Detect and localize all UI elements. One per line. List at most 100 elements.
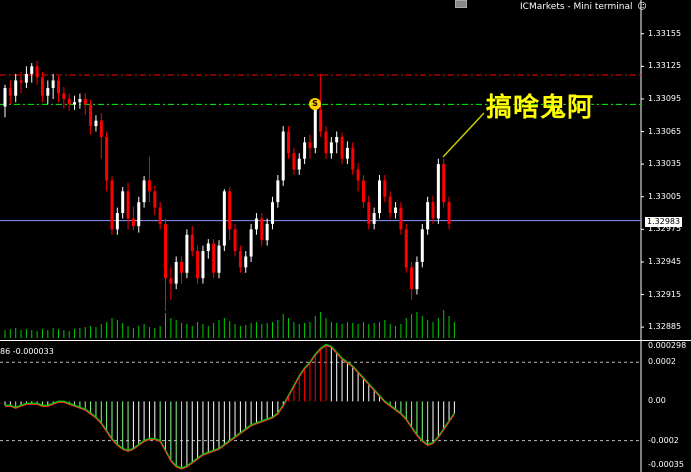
candle-body [447, 202, 451, 224]
indicator-tick-label: 0.0002 [648, 357, 676, 367]
chart-canvas[interactable] [0, 0, 691, 472]
candle-body [14, 80, 18, 96]
candle-body [340, 136, 344, 159]
candle-body [57, 80, 60, 94]
candle-body [62, 93, 66, 99]
candle-body [383, 180, 387, 197]
candle-body [324, 131, 328, 154]
indicator-tick-label: -0.0002 [648, 435, 679, 445]
candle-body [265, 223, 269, 241]
candle-body [351, 147, 355, 170]
price-tick-label: 1.33005 [648, 191, 682, 201]
candle-body [308, 142, 312, 148]
annotation-text: 搞啥鬼阿 [486, 93, 595, 123]
annotation-pointer [442, 112, 485, 158]
candle-body [212, 243, 216, 273]
candle-body [399, 207, 403, 230]
price-tick-label: 1.33095 [648, 93, 682, 103]
price-tick-label: 1.33035 [648, 159, 682, 169]
candle-body [169, 278, 173, 284]
candle-body [335, 136, 339, 143]
smiley-icon[interactable]: ☺ [637, 2, 646, 12]
candle-body [372, 213, 376, 224]
price-tick-label: 1.33125 [648, 61, 682, 71]
candle-body [222, 191, 226, 246]
candle-body [378, 180, 381, 214]
candle-body [19, 80, 23, 83]
candle-body [292, 153, 296, 170]
candle-body [73, 102, 77, 105]
candle-body [201, 251, 205, 279]
candle-body [297, 158, 301, 170]
candle-body [3, 88, 7, 107]
candle-body [281, 131, 285, 181]
chart-window: ICMarkets - Mini terminal ☺ 1.33155 1.331… [0, 0, 691, 472]
candle-body [303, 142, 307, 159]
indicator-tick-label: 0.00 [648, 396, 666, 406]
indicator-params: 86 -0.000033 [0, 347, 54, 356]
candle-body [121, 191, 125, 214]
candle-body [217, 245, 221, 273]
terminal-header: ICMarkets - Mini terminal ☺ [520, 2, 647, 12]
candle-body [287, 131, 291, 154]
candle-body [158, 207, 162, 224]
candle-body [206, 243, 210, 252]
candle-body [137, 202, 141, 227]
candle-body [78, 98, 82, 103]
candle-body [131, 218, 135, 227]
price-tick-label: 1.32915 [648, 289, 682, 299]
candle-body [420, 229, 424, 262]
candle-body [404, 229, 408, 268]
candle-body [142, 180, 146, 203]
price-tick-label: 1.32945 [648, 256, 682, 266]
candle-body [388, 196, 392, 214]
candle-body [110, 180, 114, 230]
candle-body [164, 223, 167, 279]
current-price-label: 1.32983 [645, 217, 683, 227]
candle-body [174, 261, 178, 284]
candle-body [46, 88, 50, 96]
candle-body [249, 229, 253, 257]
candle-body [233, 229, 237, 252]
candle-body [345, 147, 349, 159]
candle-body [126, 191, 130, 219]
price-tick-label: 1.33155 [648, 28, 682, 38]
candle-body [180, 261, 184, 273]
terminal-label: ICMarkets - Mini terminal [520, 2, 633, 12]
indicator-tick-label: -0.00035 [648, 460, 684, 469]
candle-body [35, 66, 39, 78]
candle-body [415, 261, 419, 290]
candle-body [260, 218, 264, 241]
candle-body [115, 213, 119, 230]
candle-body [276, 180, 280, 203]
candle-body [83, 98, 87, 105]
candle-body [238, 251, 242, 268]
candle-body [190, 234, 194, 252]
candle-body [254, 218, 258, 230]
candle-body [426, 202, 430, 230]
candle-body [244, 256, 248, 268]
candle-body [24, 73, 28, 83]
candle-body [147, 180, 151, 192]
candle-body [410, 267, 414, 290]
candle-body [436, 164, 440, 219]
window-control-button[interactable] [455, 0, 467, 8]
indicator-tick-label: 0.000298 [648, 341, 687, 350]
candle-body [313, 109, 317, 148]
candle-body [361, 180, 365, 203]
candle-body [185, 234, 189, 273]
signal-badge: S [309, 98, 321, 110]
candle-body [228, 191, 232, 230]
candle-body [329, 142, 333, 154]
candle-body [51, 80, 55, 89]
price-tick-label: 1.32885 [648, 322, 682, 332]
candle-body [89, 104, 93, 127]
candle-body [67, 98, 71, 105]
candle-body [105, 136, 109, 181]
candle-body [394, 207, 398, 214]
candle-body [319, 109, 323, 132]
candle-body [8, 88, 12, 96]
candle-body [94, 120, 98, 127]
candle-body [271, 202, 274, 224]
price-tick-label: 1.33065 [648, 126, 682, 136]
